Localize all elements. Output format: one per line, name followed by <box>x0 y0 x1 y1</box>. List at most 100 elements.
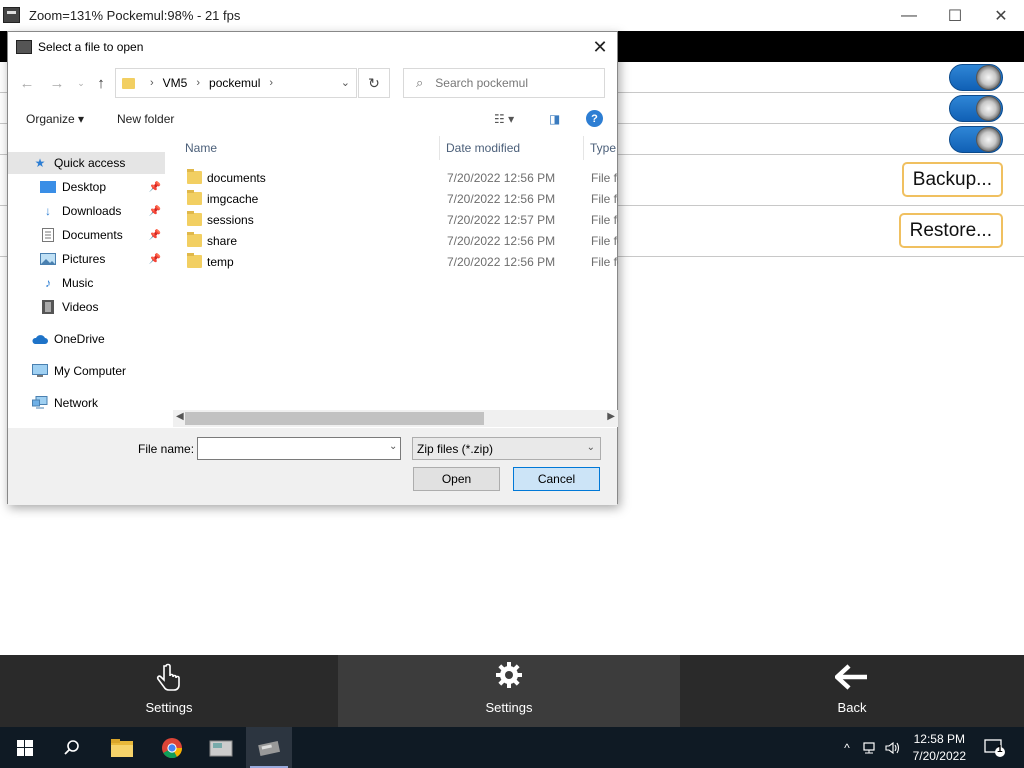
column-divider[interactable] <box>583 136 584 160</box>
refresh-button[interactable]: ↻ <box>358 68 390 98</box>
toggle-switch[interactable] <box>949 64 1003 91</box>
breadcrumb-separator-icon[interactable]: › <box>269 77 273 89</box>
bottom-nav-settings[interactable]: Settings <box>338 655 680 727</box>
preview-pane-icon[interactable]: ◨ <box>549 112 560 126</box>
file-name: imgcache <box>207 192 259 206</box>
nav-item-label: My Computer <box>54 364 127 378</box>
breadcrumb-separator-icon[interactable]: › <box>196 77 200 89</box>
back-nav-icon[interactable]: ← <box>16 72 38 94</box>
file-row[interactable]: sessions 7/20/2022 12:57 PM File fo <box>173 209 618 230</box>
file-date: 7/20/2022 12:56 PM <box>447 171 556 185</box>
help-icon[interactable]: ? <box>586 110 603 127</box>
nav-item-desktop[interactable]: Desktop 📌 <box>8 176 165 198</box>
toggle-switch[interactable] <box>949 126 1003 153</box>
folder-icon <box>187 211 202 226</box>
scroll-right-icon[interactable]: ▶ <box>607 411 615 422</box>
notification-center-button[interactable]: 1 <box>975 727 1015 768</box>
file-name-input[interactable] <box>197 437 401 460</box>
open-button[interactable]: Open <box>413 467 500 491</box>
computer-icon <box>32 364 48 378</box>
maximize-button[interactable]: ☐ <box>932 0 978 31</box>
network-tray-icon[interactable] <box>862 741 880 755</box>
app-icon <box>3 7 20 23</box>
up-folder-icon[interactable]: ↑ <box>90 72 112 94</box>
breadcrumb-item[interactable]: pockemul <box>209 76 260 90</box>
file-type-select[interactable]: Zip files (*.zip) ⌄ <box>412 437 601 460</box>
chevron-down-icon[interactable]: ⌄ <box>389 441 397 452</box>
pockemul-taskbar-icon[interactable] <box>246 727 292 768</box>
bottom-nav-label: Settings <box>145 700 193 715</box>
minimize-button[interactable]: — <box>886 0 932 31</box>
windows-logo-icon <box>17 739 33 756</box>
search-icon: ⌕ <box>416 75 424 90</box>
file-row[interactable]: imgcache 7/20/2022 12:56 PM File fo <box>173 188 618 209</box>
desktop-icon <box>40 180 56 194</box>
nav-item-music[interactable]: ♪ Music <box>8 272 165 294</box>
file-list: ^ Name Date modified Type documents 7/20… <box>173 136 618 408</box>
file-date: 7/20/2022 12:56 PM <box>447 255 556 269</box>
breadcrumb-item[interactable]: VM5 <box>163 76 188 90</box>
chevron-down-icon[interactable]: ⌄ <box>341 76 350 89</box>
bottom-nav-settings-touch[interactable]: Settings <box>0 655 338 727</box>
horizontal-scrollbar[interactable]: ◀ ▶ <box>173 410 618 427</box>
pin-icon: 📌 <box>148 205 161 217</box>
pin-icon: 📌 <box>148 181 161 193</box>
nav-item-network[interactable]: Network <box>8 392 165 414</box>
new-folder-button[interactable]: New folder <box>117 112 174 126</box>
toggle-switch[interactable] <box>949 95 1003 122</box>
toggle-knob <box>976 96 1001 121</box>
dialog-footer: File name: ⌄ Zip files (*.zip) ⌄ Open Ca… <box>8 428 617 505</box>
taskbar-search-button[interactable] <box>49 727 95 768</box>
restore-button[interactable]: Restore... <box>898 213 1003 248</box>
pin-icon: 📌 <box>148 229 161 241</box>
system-tray: ^ <box>838 727 902 768</box>
nav-item-label: Documents <box>62 228 123 242</box>
nav-item-my-computer[interactable]: My Computer <box>8 360 165 382</box>
address-bar[interactable]: › VM5 › pockemul › ⌄ <box>115 68 357 98</box>
scroll-left-icon[interactable]: ◀ <box>176 411 184 422</box>
backup-button[interactable]: Backup... <box>901 162 1003 197</box>
nav-item-downloads[interactable]: ↓ Downloads 📌 <box>8 200 165 222</box>
gear-icon <box>496 662 522 688</box>
column-divider[interactable] <box>439 136 440 160</box>
start-button[interactable] <box>2 727 48 768</box>
file-row[interactable]: documents 7/20/2022 12:56 PM File fo <box>173 167 618 188</box>
column-header-date[interactable]: Date modified <box>446 136 520 160</box>
search-box[interactable]: ⌕ Search pockemul <box>403 68 605 98</box>
nav-item-pictures[interactable]: Pictures 📌 <box>8 248 165 270</box>
nav-item-label: Videos <box>62 300 99 314</box>
nav-item-label: Pictures <box>62 252 106 266</box>
app-taskbar-icon[interactable] <box>198 727 244 768</box>
column-header-name[interactable]: Name <box>185 136 217 160</box>
dialog-title: Select a file to open <box>38 40 144 54</box>
nav-item-videos[interactable]: Videos <box>8 296 165 318</box>
nav-item-onedrive[interactable]: OneDrive <box>8 328 165 350</box>
folder-icon <box>187 232 202 247</box>
taskbar-clock[interactable]: 12:58 PM 7/20/2022 <box>913 731 966 765</box>
nav-item-quick-access[interactable]: ★ Quick access <box>8 152 165 174</box>
cancel-button[interactable]: Cancel <box>513 467 600 491</box>
forward-nav-icon[interactable]: → <box>46 72 68 94</box>
chrome-icon <box>162 737 183 758</box>
file-name: documents <box>207 171 266 185</box>
file-row[interactable]: share 7/20/2022 12:56 PM File fo <box>173 230 618 251</box>
scrollbar-thumb[interactable] <box>185 412 484 425</box>
dialog-close-button[interactable]: ✕ <box>583 32 617 62</box>
organize-button[interactable]: Organize ▾ <box>26 112 84 126</box>
file-explorer-taskbar-icon[interactable] <box>99 727 145 768</box>
app-titlebar: Zoom=131% Pockemul:98% - 21 fps — ☐ ✕ <box>0 0 1024 31</box>
column-header-type[interactable]: Type <box>590 136 616 160</box>
view-options-icon[interactable]: ☷ ▾ <box>494 112 514 126</box>
chrome-taskbar-icon[interactable] <box>149 727 195 768</box>
volume-icon[interactable] <box>884 741 902 755</box>
file-type: File fo <box>591 192 618 206</box>
file-date: 7/20/2022 12:57 PM <box>447 213 556 227</box>
breadcrumb-separator-icon[interactable]: › <box>150 77 154 89</box>
chevron-up-icon[interactable]: ^ <box>838 741 856 755</box>
bottom-nav-back[interactable]: Back <box>680 655 1024 727</box>
close-button[interactable]: ✕ <box>978 0 1024 31</box>
recent-locations-icon[interactable]: ⌄ <box>70 72 92 94</box>
nav-item-documents[interactable]: Documents 📌 <box>8 224 165 246</box>
file-row[interactable]: temp 7/20/2022 12:56 PM File fo <box>173 251 618 272</box>
hand-pointer-icon <box>156 663 180 691</box>
